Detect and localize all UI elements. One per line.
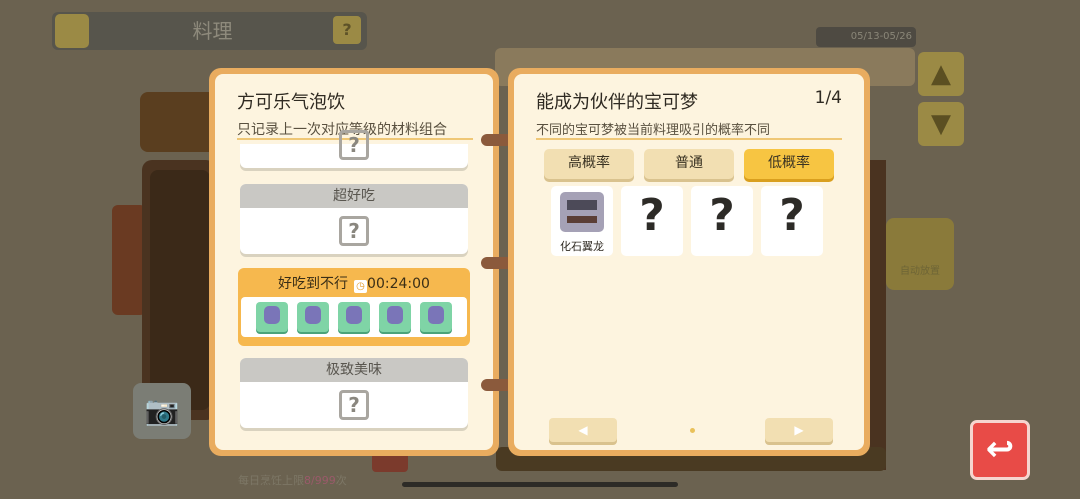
ingredient-icon <box>379 302 411 332</box>
event-date-range: 05/13-05/26 <box>816 27 916 47</box>
home-indicator[interactable] <box>402 482 678 487</box>
arrow-down-icon: ▼ <box>918 102 964 146</box>
help-icon: ? <box>333 16 361 44</box>
pokemon-slot[interactable]: ? <box>621 186 683 256</box>
unknown-pokemon-icon: ? <box>709 190 735 241</box>
ingredient-icon <box>420 302 452 332</box>
cooking-pot-icon <box>55 14 89 48</box>
recipe-card-scrolled[interactable]: ? <box>240 130 468 168</box>
next-page-button[interactable]: ▶ <box>765 418 833 442</box>
unknown-ingredient-icon: ? <box>339 390 369 420</box>
timer-icon: ◷ <box>354 280 368 293</box>
pokemon-slot[interactable]: ? <box>761 186 823 256</box>
page-dot <box>690 428 695 433</box>
tab-low-probability[interactable]: 低概率 <box>744 149 834 179</box>
unknown-pokemon-icon: ? <box>779 190 805 241</box>
auto-place-label: 自动放置 <box>900 266 940 277</box>
recipe-card-super-tasty[interactable]: 超好吃 ? <box>240 184 468 254</box>
background-pot-inner <box>150 170 210 410</box>
tab-high-probability[interactable]: 高概率 <box>544 149 634 179</box>
pokemon-slot[interactable]: 化石翼龙 <box>551 186 613 256</box>
ingredient-icon <box>256 302 288 332</box>
recipe-book-right-page: 能成为伙伴的宝可梦 1/4 不同的宝可梦被当前料理吸引的概率不同 高概率 普通 … <box>508 68 870 456</box>
divider <box>536 138 842 140</box>
return-arrow-icon: ↩ <box>985 429 1015 469</box>
pokemon-section-subtitle: 不同的宝可梦被当前料理吸引的概率不同 <box>536 123 771 138</box>
background-title: 料理 <box>192 19 233 43</box>
ingredient-icon <box>297 302 329 332</box>
unknown-ingredient-icon: ? <box>339 216 369 246</box>
background-side-ornament <box>112 205 146 315</box>
arrow-up-icon: ▲ <box>918 52 964 96</box>
aerodactyl-icon <box>560 192 604 232</box>
recipe-card-supreme[interactable]: 极致美味 ? <box>240 358 468 428</box>
back-button[interactable]: ↩ <box>970 420 1030 480</box>
recipe-level-label: 好吃到不行 <box>278 276 349 292</box>
daily-limit-note: 每日烹饪上限8/999次 <box>238 474 347 487</box>
ingredient-row <box>241 297 467 337</box>
previous-page-button[interactable]: ◀ <box>549 418 617 442</box>
ingredient-icon <box>338 302 370 332</box>
recipe-level-header: 好吃到不行 ◷ 00:24:00 <box>241 271 467 297</box>
page-indicator: 1/4 <box>814 88 842 108</box>
auto-place-button-bg <box>886 218 954 290</box>
recipe-level-label: 极致美味 <box>240 358 468 382</box>
recipe-level-label: 超好吃 <box>240 184 468 208</box>
recipe-book-left-page: 方可乐气泡饮 只记录上一次对应等级的材料组合 ? 超好吃 ? 好吃到不行 ◷ 00:… <box>209 68 499 456</box>
recipe-timer: 00:24:00 <box>367 276 430 292</box>
background-right-panel <box>868 160 886 470</box>
camera-icon: 📷 <box>133 383 191 439</box>
unknown-ingredient-icon: ? <box>339 130 369 160</box>
unknown-pokemon-icon: ? <box>639 190 665 241</box>
recipe-card-very-tasty[interactable]: 好吃到不行 ◷ 00:24:00 <box>238 268 470 346</box>
recipe-title: 方可乐气泡饮 <box>237 92 345 113</box>
tab-normal[interactable]: 普通 <box>644 149 734 179</box>
pokemon-section-title: 能成为伙伴的宝可梦 <box>536 92 698 113</box>
pokemon-slot[interactable]: ? <box>691 186 753 256</box>
pokemon-name: 化石翼龙 <box>560 240 604 253</box>
